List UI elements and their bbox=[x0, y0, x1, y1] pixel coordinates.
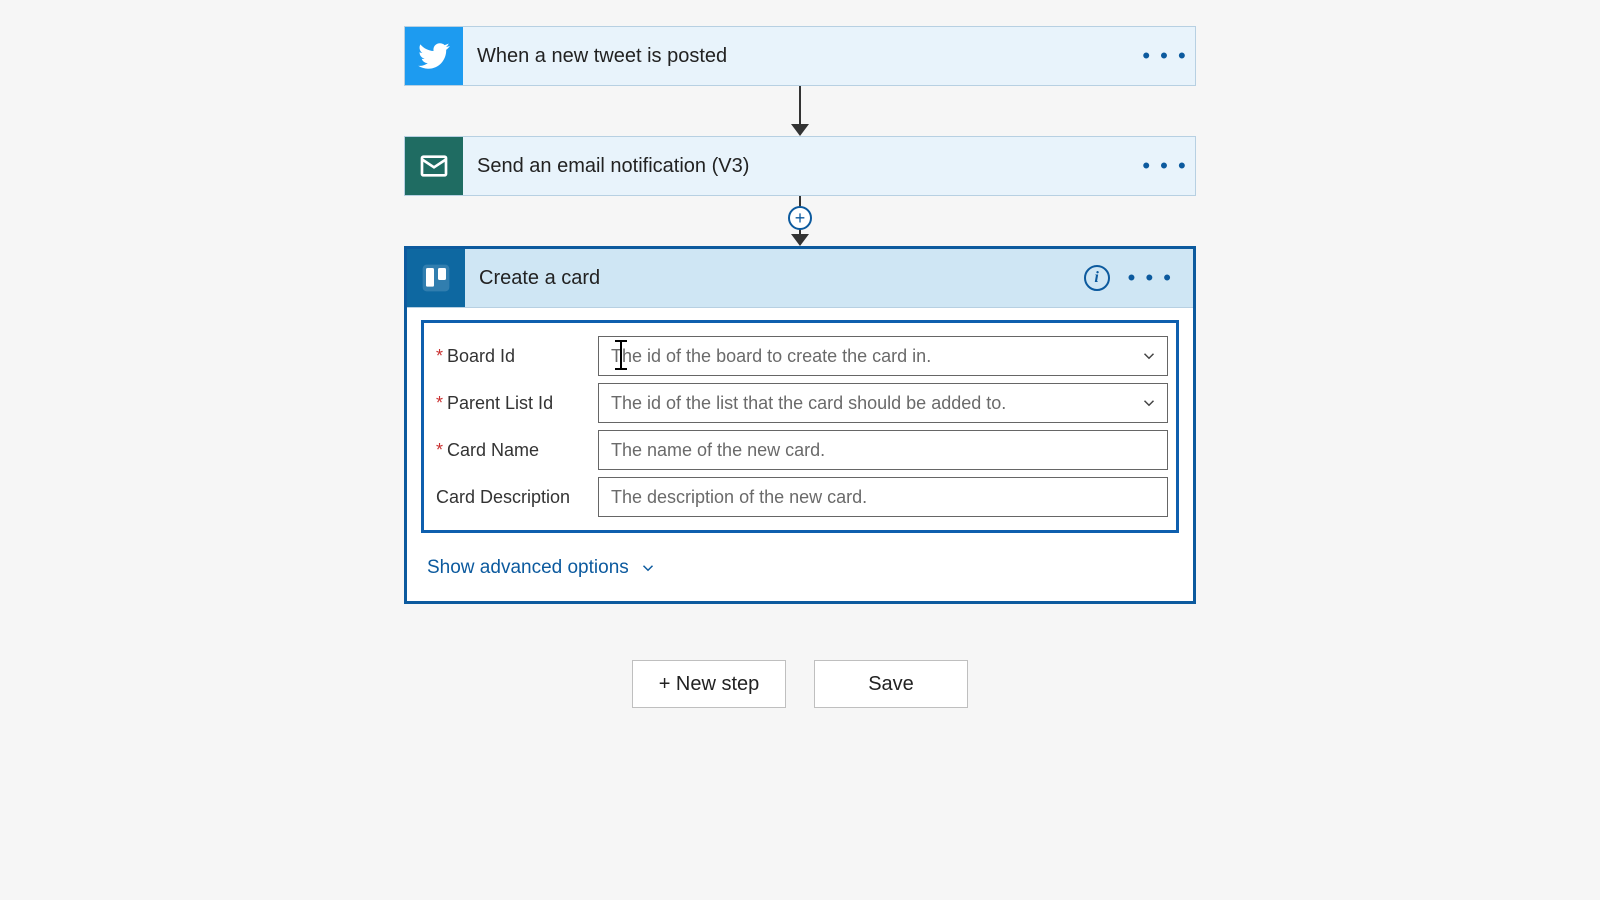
required-mark: * bbox=[436, 346, 443, 366]
field-input-wrap-board-id bbox=[598, 336, 1168, 376]
text-cursor-icon bbox=[620, 342, 622, 368]
board-id-input[interactable] bbox=[598, 336, 1168, 376]
field-row-board-id: *Board Id bbox=[432, 336, 1168, 376]
footer-buttons: + New step Save bbox=[632, 660, 968, 708]
arrow-down-icon bbox=[791, 124, 809, 136]
step-trello-header[interactable]: Create a card i • • • bbox=[407, 249, 1193, 308]
step-email-menu[interactable]: • • • bbox=[1135, 137, 1195, 195]
field-row-card-description: Card Description bbox=[432, 477, 1168, 517]
form-area: *Board Id *Parent List Id bbox=[407, 308, 1193, 541]
step-trello-menu[interactable]: • • • bbox=[1128, 265, 1173, 291]
card-name-input[interactable] bbox=[598, 430, 1168, 470]
field-label-card-description: Card Description bbox=[432, 487, 598, 508]
step-trello-title: Create a card bbox=[465, 249, 1084, 307]
flow-canvas: When a new tweet is posted • • • Send an… bbox=[0, 0, 1600, 708]
new-step-button[interactable]: + New step bbox=[632, 660, 786, 708]
step-twitter-title: When a new tweet is posted bbox=[463, 27, 1135, 85]
step-twitter-trigger[interactable]: When a new tweet is posted • • • bbox=[404, 26, 1196, 86]
info-icon[interactable]: i bbox=[1084, 265, 1110, 291]
field-label-card-name: *Card Name bbox=[432, 440, 598, 461]
connector-line bbox=[799, 86, 801, 128]
email-icon bbox=[405, 137, 463, 195]
show-advanced-options-link[interactable]: Show advanced options bbox=[427, 557, 657, 579]
connector-2: + bbox=[404, 196, 1196, 246]
step-email-action[interactable]: Send an email notification (V3) • • • bbox=[404, 136, 1196, 196]
save-button[interactable]: Save bbox=[814, 660, 968, 708]
required-mark: * bbox=[436, 393, 443, 413]
parent-list-id-input[interactable] bbox=[598, 383, 1168, 423]
field-input-wrap-parent-list-id bbox=[598, 383, 1168, 423]
advanced-options-row: Show advanced options bbox=[407, 541, 1193, 601]
field-input-wrap-card-description bbox=[598, 477, 1168, 517]
chevron-down-icon bbox=[639, 559, 657, 577]
step-trello-create-card: Create a card i • • • *Board Id bbox=[404, 246, 1196, 604]
field-label-board-id: *Board Id bbox=[432, 346, 598, 367]
field-row-parent-list-id: *Parent List Id bbox=[432, 383, 1168, 423]
required-mark: * bbox=[436, 440, 443, 460]
add-step-button[interactable]: + bbox=[788, 206, 812, 230]
trello-icon bbox=[407, 249, 465, 307]
card-description-input[interactable] bbox=[598, 477, 1168, 517]
field-label-parent-list-id: *Parent List Id bbox=[432, 393, 598, 414]
field-input-wrap-card-name bbox=[598, 430, 1168, 470]
arrow-down-icon bbox=[791, 234, 809, 246]
fields-box: *Board Id *Parent List Id bbox=[421, 320, 1179, 533]
twitter-icon bbox=[405, 27, 463, 85]
connector-1 bbox=[404, 86, 1196, 136]
step-trello-header-icons: i • • • bbox=[1084, 249, 1193, 307]
advanced-options-label: Show advanced options bbox=[427, 557, 629, 579]
step-twitter-menu[interactable]: • • • bbox=[1135, 27, 1195, 85]
step-email-title: Send an email notification (V3) bbox=[463, 137, 1135, 195]
field-row-card-name: *Card Name bbox=[432, 430, 1168, 470]
